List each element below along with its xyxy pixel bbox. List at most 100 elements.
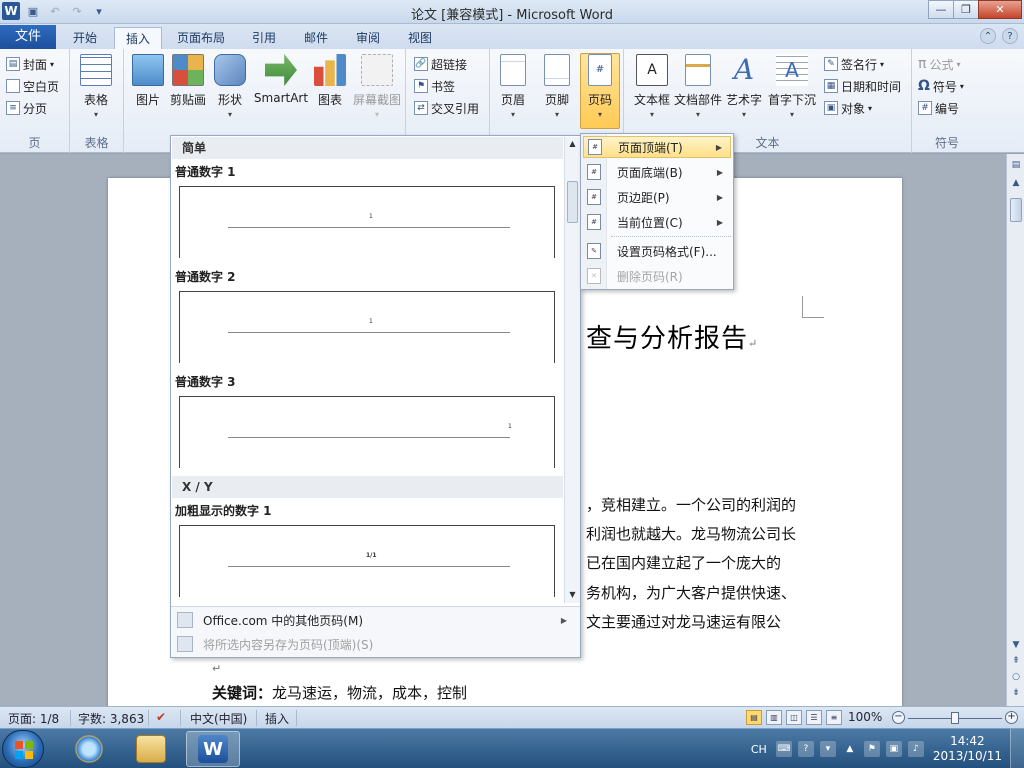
wordart-button[interactable]: A 艺术字 ▾ <box>720 54 768 120</box>
signature-line-button[interactable]: ✎ 签名行 ▾ <box>824 54 884 74</box>
menu-item-remove-page-numbers[interactable]: ✕ 删除页码(R) <box>583 265 731 287</box>
taskbar-explorer[interactable] <box>124 731 178 767</box>
web-layout-view-icon[interactable]: ◫ <box>786 710 802 725</box>
volume-icon[interactable]: ♪ <box>907 741 924 757</box>
zoom-in-button[interactable]: + <box>1005 711 1018 724</box>
quick-parts-label: 文档部件 <box>674 93 723 107</box>
taskbar-word[interactable]: W <box>186 731 240 767</box>
menu-item-label: 页边距(P) <box>617 190 670 205</box>
zoom-slider-knob[interactable] <box>951 712 959 724</box>
number-button[interactable]: # 编号 <box>918 98 959 118</box>
cover-page-button[interactable]: ▤ 封面 ▾ <box>6 54 54 74</box>
page-number-button[interactable]: # 页码 ▾ <box>580 53 620 129</box>
smartart-button[interactable]: SmartArt <box>252 54 310 105</box>
symbol-button[interactable]: Ω 符号 ▾ <box>918 76 964 96</box>
tab-file[interactable]: 文件 <box>0 25 56 49</box>
quick-parts-button[interactable]: 文档部件 ▾ <box>674 54 722 119</box>
close-button[interactable]: ✕ <box>978 0 1022 19</box>
chart-button[interactable]: 图表 <box>306 54 354 108</box>
zoom-level[interactable]: 100% <box>848 710 882 724</box>
outline-view-icon[interactable]: ☰ <box>806 710 822 725</box>
word-count-status[interactable]: 字数: 3,863 <box>78 710 144 727</box>
clock[interactable]: 14:42 2013/10/11 <box>933 734 1002 764</box>
proofing-icon[interactable]: ✔ <box>156 710 166 724</box>
scroll-up-arrow[interactable]: ▲ <box>1010 178 1022 188</box>
gallery-item-plain-number-2[interactable]: 1 <box>179 291 555 363</box>
previous-page-icon[interactable]: ⇞ <box>1010 656 1022 666</box>
ime-indicator[interactable]: CH <box>751 743 767 756</box>
show-desktop-button[interactable] <box>1010 729 1024 768</box>
zoom-slider[interactable]: − + <box>892 711 1018 725</box>
menu-item-current-position[interactable]: # 当前位置(C) ▶ <box>583 211 731 233</box>
menu-item-label: 设置页码格式(F)... <box>617 244 717 259</box>
table-button[interactable]: 表格 ▾ <box>72 54 120 119</box>
equation-button[interactable]: π 公式 ▾ <box>918 54 960 74</box>
drop-cap-button[interactable]: A 首字下沉 ▾ <box>766 54 818 119</box>
keyboard-icon[interactable]: ⌨ <box>775 741 792 757</box>
date-time-button[interactable]: ▦ 日期和时间 <box>824 76 901 96</box>
ime-options-icon[interactable]: ▾ <box>819 741 836 757</box>
gallery-footer: Office.com 中的其他页码(M) ▶ 将所选内容另存为页码(顶端)(S) <box>171 606 580 657</box>
tab-page-layout[interactable]: 页面布局 <box>166 27 236 49</box>
gallery-item-bold-number-1[interactable]: 1/1 <box>179 525 555 597</box>
gallery-scrollbar-thumb[interactable] <box>567 181 578 223</box>
minimize-button[interactable]: — <box>928 0 954 19</box>
shapes-button[interactable]: 形状 ▾ <box>206 54 254 119</box>
tab-view[interactable]: 视图 <box>397 27 443 49</box>
tab-mailings[interactable]: 邮件 <box>293 27 339 49</box>
menu-item-format-page-numbers[interactable]: ✎ 设置页码格式(F)... <box>583 240 731 262</box>
maximize-button[interactable]: ❐ <box>953 0 979 19</box>
minimize-ribbon-icon[interactable]: ⌃ <box>980 28 996 44</box>
gallery-scroll-down-arrow[interactable]: ▼ <box>565 588 580 602</box>
cross-reference-button[interactable]: ⇄ 交叉引用 <box>414 98 479 118</box>
more-page-numbers-item[interactable]: Office.com 中的其他页码(M) ▶ <box>177 609 573 631</box>
vertical-scrollbar[interactable]: ▤ ▲ ▼ ⇞ ○ ⇟ <box>1006 154 1024 706</box>
header-button[interactable]: 页眉 ▾ <box>492 54 534 119</box>
blank-page-button[interactable]: 空白页 <box>6 76 59 96</box>
menu-item-top-of-page[interactable]: # 页面顶端(T) ▶ <box>583 136 731 158</box>
screenshot-button[interactable]: 屏幕截图 ▾ <box>350 54 404 119</box>
gallery-item-plain-number-3[interactable]: 1 <box>179 396 555 468</box>
page-count-status[interactable]: 页面: 1/8 <box>8 710 59 727</box>
bookmark-button[interactable]: ⚑ 书签 <box>414 76 455 96</box>
hyperlink-button[interactable]: 🔗 超链接 <box>414 54 467 74</box>
omega-icon: Ω <box>918 78 930 94</box>
insert-mode-status[interactable]: 插入 <box>265 710 289 727</box>
table-icon <box>80 54 112 86</box>
scroll-down-arrow[interactable]: ▼ <box>1010 640 1022 650</box>
ruler-toggle-icon[interactable]: ▤ <box>1010 160 1022 170</box>
language-status[interactable]: 中文(中国) <box>190 710 247 727</box>
scrollbar-thumb[interactable] <box>1010 198 1022 222</box>
print-layout-view-icon[interactable]: ▤ <box>746 710 762 725</box>
start-button[interactable] <box>2 730 44 768</box>
clipart-button[interactable]: 剪贴画 <box>164 54 212 108</box>
page-break-button[interactable]: ≡ 分页 <box>6 98 47 118</box>
tab-review[interactable]: 审阅 <box>345 27 391 49</box>
save-selection-item[interactable]: 将所选内容另存为页码(顶端)(S) <box>177 633 573 655</box>
group-tables: 表格 ▾ 表格 <box>70 49 124 153</box>
draft-view-icon[interactable]: ≡ <box>826 710 842 725</box>
help-icon[interactable]: ? <box>797 741 814 757</box>
tab-home[interactable]: 开始 <box>62 27 108 49</box>
next-page-icon[interactable]: ⇟ <box>1010 688 1022 698</box>
browse-object-icon[interactable]: ○ <box>1010 672 1022 682</box>
menu-item-page-margins[interactable]: # 页边距(P) ▶ <box>583 186 731 208</box>
number-icon: # <box>918 101 932 115</box>
footer-button[interactable]: 页脚 ▾ <box>536 54 578 119</box>
menu-item-bottom-of-page[interactable]: # 页面底端(B) ▶ <box>583 161 731 183</box>
tab-insert[interactable]: 插入 <box>114 27 163 50</box>
help-icon[interactable]: ? <box>1002 28 1018 44</box>
object-button[interactable]: ▣ 对象 ▾ <box>824 98 872 118</box>
gallery-scroll-up-arrow[interactable]: ▲ <box>565 137 580 151</box>
network-icon[interactable]: ▣ <box>885 741 902 757</box>
full-screen-reading-view-icon[interactable]: ▥ <box>766 710 782 725</box>
show-hidden-icons-icon[interactable]: ▲ <box>842 741 858 757</box>
tab-references[interactable]: 引用 <box>241 27 287 49</box>
body-line-4: 务机构，为广大客户提供快速、 <box>586 584 797 602</box>
taskbar-ie[interactable] <box>62 731 116 767</box>
action-center-icon[interactable]: ⚑ <box>863 741 880 757</box>
gallery-item-plain-number-1[interactable]: 1 <box>179 186 555 258</box>
zoom-out-button[interactable]: − <box>892 711 905 724</box>
gallery-scrollbar[interactable]: ▲ ▼ <box>564 137 580 603</box>
textbox-button[interactable]: A 文本框 ▾ <box>628 54 676 119</box>
